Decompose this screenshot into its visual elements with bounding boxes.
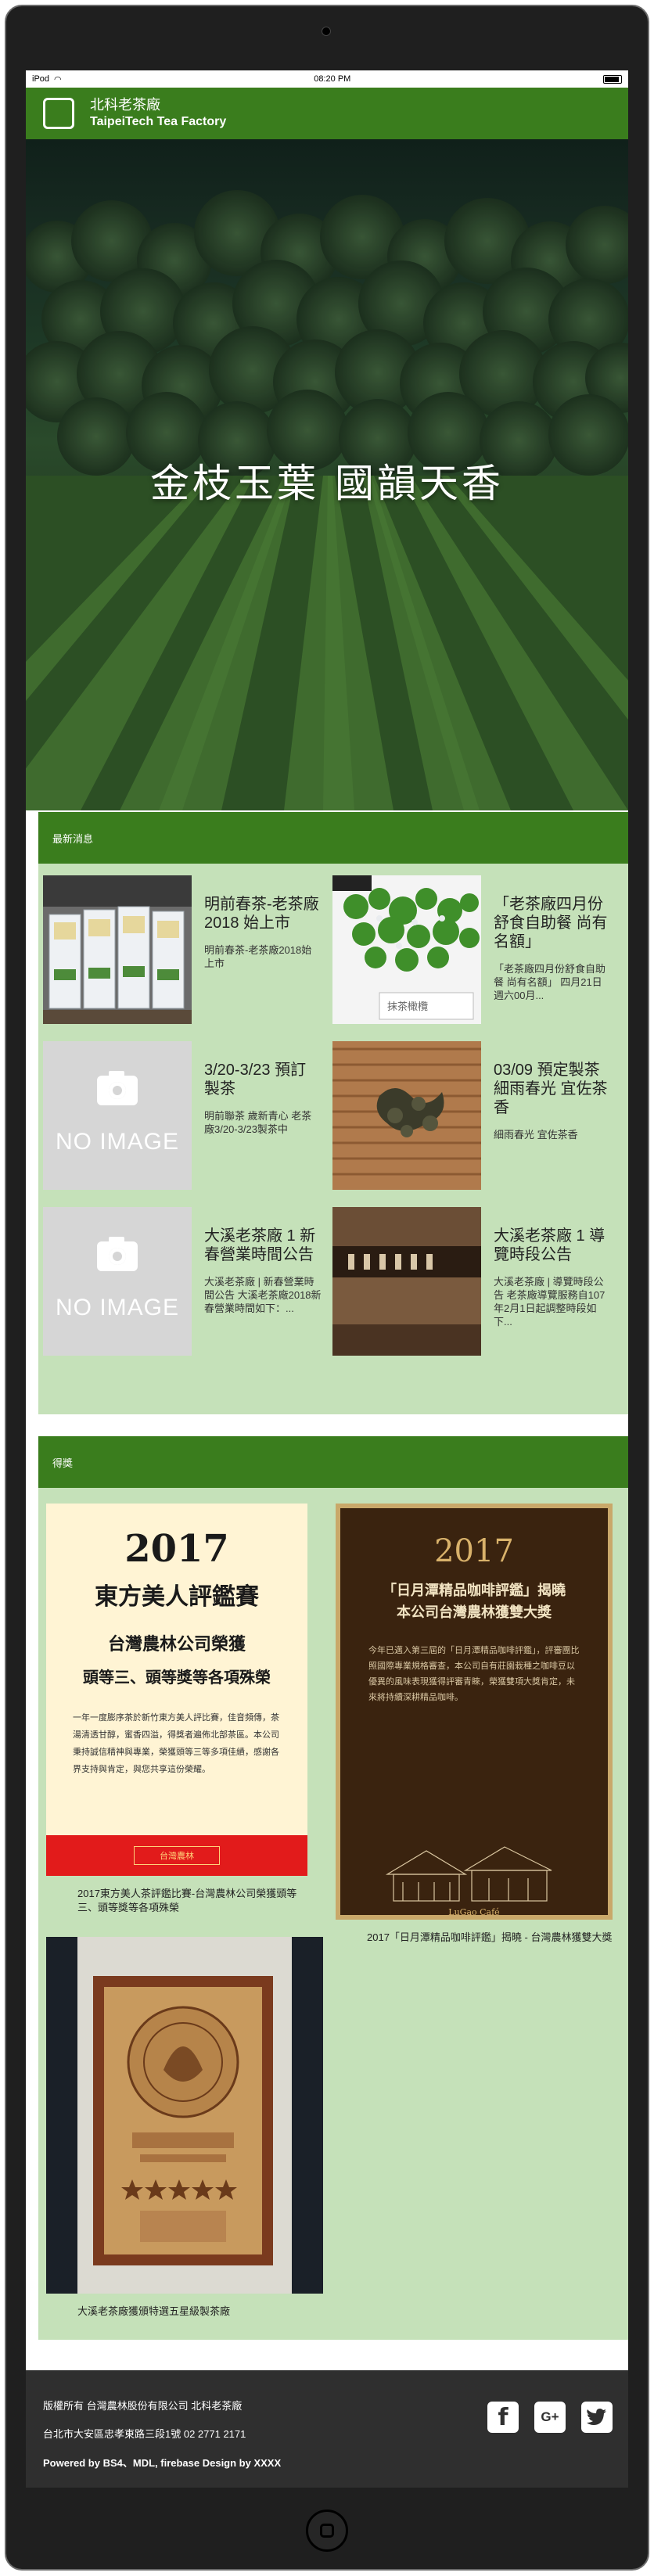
news-title[interactable]: 大溪老茶廠 1 導覽時段公告 (494, 1227, 611, 1264)
news-title[interactable]: 3/20-3/23 預訂製茶 (204, 1061, 322, 1098)
poster-headline: 「日月潭精品咖啡評鑑」揭曉 本公司台灣農林獲雙大獎 (383, 1583, 566, 1621)
news-thumbnail[interactable]: NO IMAGE (43, 1041, 192, 1190)
app-bar: 北科老茶廠 TaipeiTech Tea Factory (26, 88, 628, 139)
wifi-icon: ◠ (54, 74, 62, 84)
poster-body: 今年已邁入第三屆的「日月潭精品咖啡評鑑」，評審團比照國際專業規格審查，本公司自有… (368, 1645, 580, 1702)
awards-header: 得獎 (38, 1436, 628, 1488)
footer: 版權所有 台灣農林股份有限公司 北科老茶廠 台北市大安區忠孝東路三段1號 02 … (26, 2370, 628, 2488)
brand-name-zh: 北科老茶廠 (90, 97, 160, 113)
award-caption[interactable]: 2017「日月潭精品咖啡評鑑」揭曉 - 台灣農林獲雙大獎 (336, 1931, 613, 1945)
social-links: f G+ (487, 2402, 613, 2433)
brand[interactable]: 北科老茶廠 TaipeiTech Tea Factory (90, 96, 226, 131)
news-desc: 大溪老茶廠 | 新春營業時間公告 大溪老茶廠2018新春營業時間如下：... (204, 1276, 322, 1314)
news-item[interactable]: 大溪老茶廠 1 導覽時段公告 大溪老茶廠 | 導覽時段公告 老茶廠導覽服務自10… (328, 1203, 617, 1360)
camera-icon (97, 1237, 138, 1271)
screen: iPod ◠ 08:20 PM 北科老茶廠 TaipeiTech Tea Fac… (26, 70, 628, 2488)
poster-red-bar: 台灣農林 (46, 1835, 307, 1876)
status-bar: iPod ◠ 08:20 PM (26, 70, 628, 88)
carrier-label: iPod (32, 74, 50, 84)
cafe-name: LuGao Café (448, 1907, 500, 1917)
news-item[interactable]: 明前春茶-老茶廠2018 始上市 明前春茶-老茶廠2018始上市 (38, 871, 328, 1028)
facebook-icon[interactable]: f (487, 2402, 519, 2433)
hero-title: 金枝玉葉 國韻天香 (150, 461, 504, 506)
news-item[interactable]: 03/09 預定製茶 細雨春光 宜佐茶香 細雨春光 宜佐茶香 (328, 1037, 617, 1194)
no-image-label: NO IMAGE (55, 1295, 179, 1320)
news-thumbnail[interactable]: NO IMAGE (43, 1207, 192, 1356)
poster-year: 2017 (434, 1533, 514, 1569)
award-plaque-photo[interactable] (46, 1937, 323, 2294)
hero-banner: 金枝玉葉 國韻天香 (26, 139, 628, 810)
poster-year: 2017 (124, 1527, 229, 1571)
award-card[interactable]: 大溪老茶廠獲頒特選五星級製茶廠 (46, 1937, 323, 2319)
award-card[interactable]: 2017 東方美人評鑑賽 台灣農林公司榮獲 頭等三、頭等獎等各項殊榮 一年一度膨… (46, 1504, 307, 1915)
awards-section: 得獎 2017 東方美人評鑑賽 台灣農林公司榮獲 頭等三、頭等獎等各項殊榮 一年… (38, 1436, 628, 2340)
google-plus-icon[interactable]: G+ (534, 2402, 566, 2433)
news-title[interactable]: 大溪老茶廠 1 新春營業時間公告 (204, 1227, 322, 1264)
logo-icon[interactable] (43, 98, 74, 129)
award-poster[interactable]: 2017 東方美人評鑑賽 台灣農林公司榮獲 頭等三、頭等獎等各項殊榮 一年一度膨… (46, 1504, 307, 1876)
award-poster[interactable]: 2017 「日月潭精品咖啡評鑑」揭曉 本公司台灣農林獲雙大獎 今年已邁入第三屆的… (336, 1504, 613, 1920)
footer-credits: Powered by BS4、MDL, firebase Design by X… (43, 2457, 282, 2469)
news-desc: 細雨春光 宜佐茶香 (494, 1129, 578, 1141)
poster-body: 一年一度膨序茶於新竹東方美人評比賽，佳音頻傳，茶湯清透甘醇，蜜香四溢，得獎者遍佈… (73, 1712, 279, 1774)
svg-text:抹茶橄欖: 抹茶橄欖 (387, 1001, 428, 1013)
tea-rows-image (26, 476, 628, 810)
no-image-label: NO IMAGE (55, 1129, 179, 1155)
battery-icon (602, 74, 622, 84)
poster-line2: 頭等三、頭等獎等各項殊榮 (83, 1668, 271, 1687)
news-item[interactable]: NO IMAGE 大溪老茶廠 1 新春營業時間公告 大溪老茶廠 | 新春營業時間… (38, 1203, 328, 1360)
news-thumbnail[interactable]: 抹茶橄欖 (332, 875, 481, 1024)
news-title[interactable]: 明前春茶-老茶廠2018 始上市 (204, 895, 322, 932)
front-camera (322, 27, 331, 36)
award-caption[interactable]: 2017東方美人茶評鑑比賽-台灣農林公司榮獲頭等三、頭等獎等各項殊榮 (46, 1887, 307, 1915)
news-header: 最新消息 (38, 812, 628, 864)
news-title[interactable]: 「老茶廠四月份舒食自助餐 尚有名額」 (494, 895, 611, 951)
device-mockup: iPod ◠ 08:20 PM 北科老茶廠 TaipeiTech Tea Fac… (0, 0, 654, 2576)
poster-contest: 東方美人評鑑賽 (95, 1583, 259, 1611)
twitter-icon[interactable] (581, 2402, 613, 2433)
news-thumbnail[interactable] (332, 1207, 481, 1356)
news-thumbnail[interactable] (43, 875, 192, 1024)
news-thumbnail[interactable] (332, 1041, 481, 1190)
news-desc: 明前聯茶 歲新青心 老茶廠3/20-3/23製茶中 (204, 1110, 312, 1135)
home-button[interactable] (306, 2510, 348, 2552)
news-item[interactable]: NO IMAGE 3/20-3/23 預訂製茶 明前聯茶 歲新青心 老茶廠3/2… (38, 1037, 328, 1194)
camera-icon (97, 1071, 138, 1105)
award-caption[interactable]: 大溪老茶廠獲頒特選五星級製茶廠 (46, 2305, 323, 2319)
company-seal: 台灣農林 (134, 1846, 220, 1865)
news-desc: 明前春茶-老茶廠2018始上市 (204, 944, 312, 969)
news-title[interactable]: 03/09 預定製茶 細雨春光 宜佐茶香 (494, 1061, 611, 1117)
brand-name-en: TaipeiTech Tea Factory (90, 115, 227, 128)
news-desc: 大溪老茶廠 | 導覽時段公告 老茶廠導覽服務自107年2月1日起調整時段如下..… (494, 1276, 605, 1328)
award-card[interactable]: 2017 「日月潭精品咖啡評鑑」揭曉 本公司台灣農林獲雙大獎 今年已邁入第三屆的… (336, 1504, 613, 1945)
news-desc: 「老茶廠四月份舒食自助餐 尚有名額」 四月21日 週六00月... (494, 963, 606, 1001)
news-section: 最新消息 明前春茶-老茶廠2018 始上市 明前春茶-老茶廠2018始上市 抹茶… (38, 812, 628, 1414)
news-item[interactable]: 抹茶橄欖 「老茶廠四月份舒食自助餐 尚有名額」 「老茶廠四月份舒食自助餐 尚有名… (328, 871, 617, 1028)
status-time: 08:20 PM (314, 74, 351, 84)
building-sketch (385, 1846, 552, 1902)
poster-line1: 台灣農林公司榮獲 (107, 1634, 246, 1654)
